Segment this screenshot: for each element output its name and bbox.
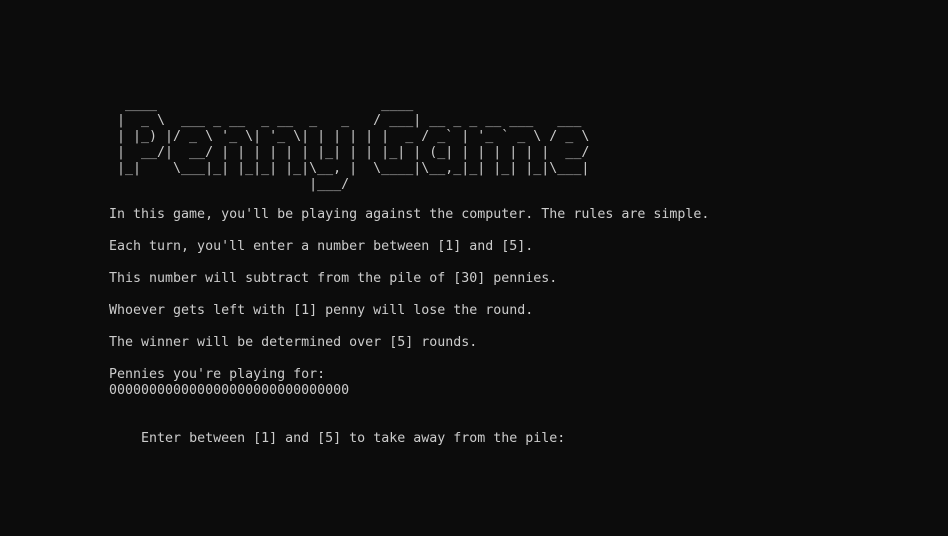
rule-turn-text: Each turn, you'll enter a number between…: [109, 239, 534, 254]
rule-subtract-text: This number will subtract from the pile …: [109, 271, 558, 286]
rule-rounds-text: The winner will be determined over [5] r…: [109, 335, 478, 350]
ascii-banner-penny-game: ____ ____ | _ \ ___ _ __ _ __ _ _ / ___|…: [117, 97, 590, 192]
pennies-pile: 000000000000000000000000000000: [109, 383, 350, 398]
pennies-label: Pennies you're playing for:: [109, 367, 326, 382]
terminal-window[interactable]: ____ ____ | _ \ ___ _ __ _ __ _ _ / ___|…: [0, 0, 948, 536]
input-prompt[interactable]: Enter between [1] and [5] to take away f…: [109, 415, 565, 463]
input-prompt-text: Enter between [1] and [5] to take away f…: [141, 431, 566, 446]
rule-lose-text: Whoever gets left with [1] penny will lo…: [109, 303, 534, 318]
intro-text: In this game, you'll be playing against …: [109, 207, 710, 222]
